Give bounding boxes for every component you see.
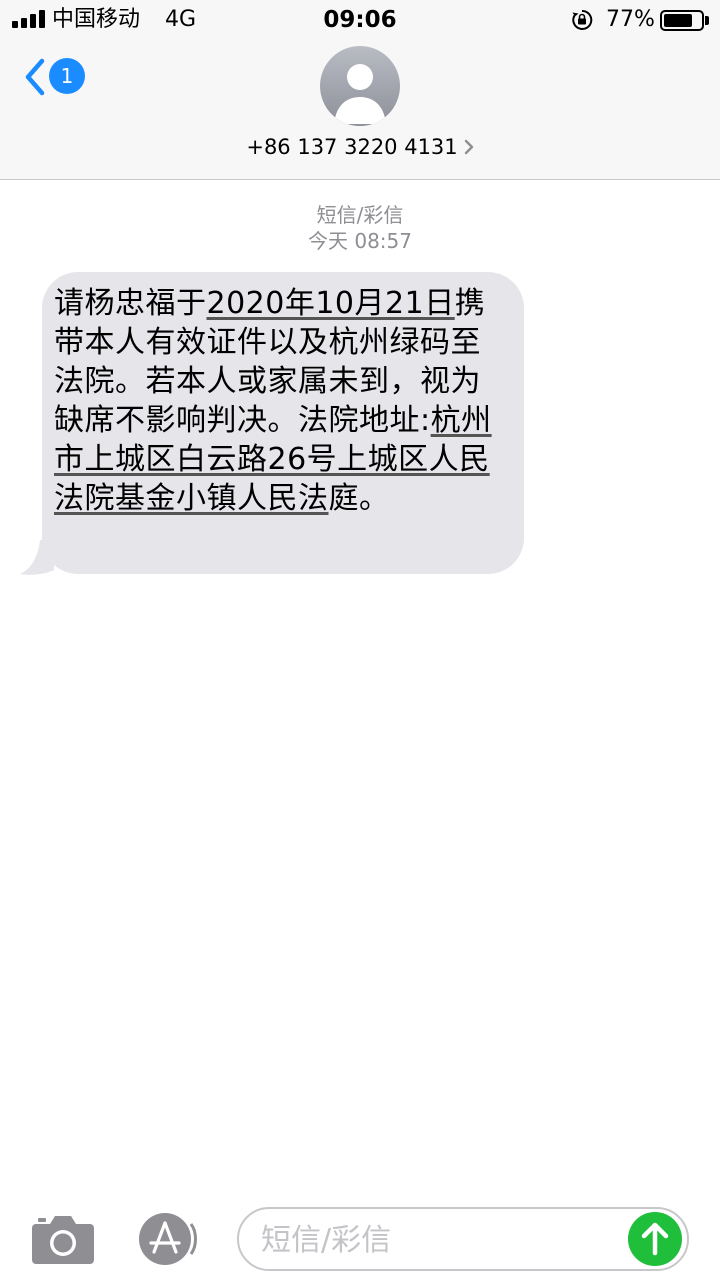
send-button[interactable] (628, 1212, 682, 1266)
appstore-icon[interactable] (134, 1212, 204, 1266)
conversation-header: 1 +86 137 3220 4131 (0, 40, 720, 180)
battery-percent: 77% (606, 7, 655, 32)
unread-count-badge: 1 (49, 58, 85, 94)
status-bar: 中国移动 4G 09:06 77% (0, 0, 720, 40)
battery-level (664, 14, 692, 27)
message-service-label: 短信/彩信 (316, 203, 404, 227)
contact-details-button[interactable]: +86 137 3220 4131 (0, 132, 720, 162)
back-button[interactable]: 1 (18, 54, 108, 98)
battery-cap (705, 16, 709, 25)
lock-rotation-icon (572, 9, 593, 30)
message-text-part: 请杨忠福于 (54, 286, 207, 321)
date-link[interactable]: 2020年10月21日 (207, 286, 455, 321)
message-text-part: 庭。 (328, 481, 390, 516)
person-silhouette-icon (334, 64, 386, 124)
message-input-field[interactable] (237, 1207, 689, 1271)
message-input[interactable] (261, 1217, 621, 1263)
contact-phone-number: +86 137 3220 4131 (246, 135, 458, 159)
back-chevron-icon (25, 58, 45, 96)
contact-avatar[interactable] (320, 46, 400, 126)
incoming-message-text: 请杨忠福于2020年10月21日携带本人有效证件以及杭州绿码至法院。若本人或家属… (54, 284, 510, 518)
send-arrow-icon (641, 1222, 669, 1256)
chevron-right-icon (464, 139, 473, 155)
camera-icon[interactable] (30, 1210, 96, 1266)
message-timestamp: 今天 08:57 (308, 229, 412, 253)
messages-screen: 中国移动 4G 09:06 77% 1 +86 137 3220 4131 短信… (0, 0, 720, 1280)
battery-icon (660, 10, 704, 31)
